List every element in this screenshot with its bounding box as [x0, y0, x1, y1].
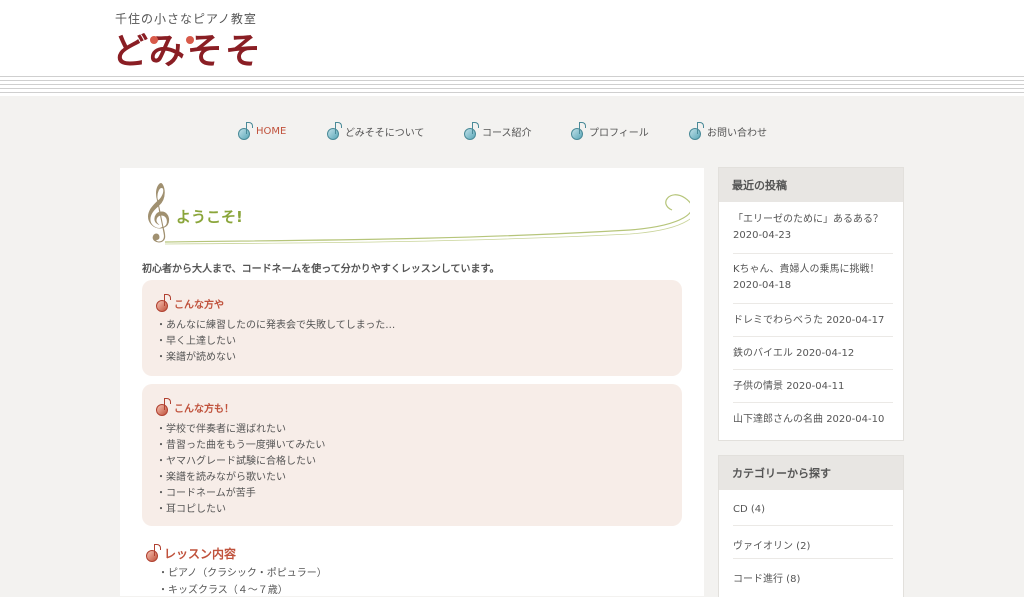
divider — [733, 402, 893, 403]
music-note-icon — [571, 122, 586, 140]
divider — [733, 525, 893, 526]
nav-item-label: HOME — [256, 125, 287, 137]
post-date: 2020-04-17 — [826, 315, 885, 326]
widget-title: 最近の投稿 — [719, 168, 903, 202]
post-title[interactable]: 子供の情景 — [733, 381, 783, 392]
main-content: 𝄞 ようこそ! 初心者から大人まで、コードネームを使って分かりやすくレッスンして… — [120, 168, 704, 596]
list-item: ・耳コピしたい — [156, 504, 226, 515]
list-item: ・楽譜を読みながら歌いたい — [156, 472, 286, 483]
category-link[interactable]: CD (4) — [733, 504, 765, 515]
post-link[interactable]: 子供の情景 2020-04-11 — [733, 379, 893, 395]
post-date: 2020-04-12 — [796, 348, 855, 359]
lesson-heading-label: レッスン内容 — [164, 546, 237, 561]
staff-line — [0, 92, 1024, 93]
post-title[interactable]: 山下達郎さんの名曲 — [733, 414, 823, 425]
list-item: ・キッズクラス（４〜７歳） — [158, 585, 288, 596]
music-note-icon — [238, 122, 253, 140]
target-box-1: こんな方や ・あんなに練習したのに発表会で失敗してしまった… ・早く上達したい … — [142, 280, 682, 376]
box-title-label: こんな方や — [174, 299, 224, 311]
staff-line — [0, 80, 1024, 81]
music-note-icon — [146, 544, 161, 562]
music-note-icon — [327, 122, 342, 140]
post-link[interactable]: 「エリーゼのために」あるある？ 2020-04-23 — [733, 212, 893, 244]
list-item: ・ヤマハグレード試験に合格したい — [156, 456, 316, 467]
logo-note-dot-icon — [186, 36, 194, 44]
main-nav: HOME どみそそについて コース紹介 プロフィール お問い合わせ — [0, 118, 1024, 144]
nav-item-label: お問い合わせ — [707, 127, 767, 139]
lesson-heading: レッスン内容 — [146, 544, 236, 562]
post-link[interactable]: ドレミでわらべうた 2020-04-17 — [733, 313, 893, 329]
list-item: ・ピアノ（クラシック・ポピュラー） — [158, 568, 327, 579]
post-date: 2020-04-23 — [733, 230, 792, 241]
target-box-2: こんな方も！ ・学校で伴奏者に選ばれたい ・昔習った曲をもう一度弾いてみたい ・… — [142, 384, 682, 526]
staff-line — [0, 84, 1024, 85]
post-link[interactable]: 山下達郎さんの名曲 2020-04-10 — [733, 412, 893, 428]
staff-line — [0, 76, 1024, 77]
music-note-icon — [156, 294, 171, 312]
divider — [733, 558, 893, 559]
post-date: 2020-04-11 — [786, 381, 845, 392]
music-note-icon — [689, 122, 704, 140]
post-title[interactable]: 鉄のバイエル — [733, 348, 793, 359]
list-item: ・コードネームが苦手 — [156, 488, 256, 499]
widget-title: カテゴリーから探す — [719, 456, 903, 490]
divider — [733, 369, 893, 370]
nav-item-home[interactable]: HOME — [238, 118, 286, 144]
nav-item-label: コース紹介 — [482, 127, 532, 139]
intro-text: 初心者から大人まで、コードネームを使って分かりやすくレッスンしています。 — [142, 264, 500, 275]
box-title: こんな方も！ — [156, 398, 234, 416]
list-item: ・学校で伴奏者に選ばれたい — [156, 424, 286, 435]
categories-widget: カテゴリーから探す CD (4) ヴァイオリン (2) コード進行 (8) — [718, 455, 904, 597]
divider — [733, 303, 893, 304]
post-title[interactable]: Kちゃん、貴婦人の乗馬に挑戦！ — [733, 264, 880, 275]
nav-item-label: どみそそについて — [345, 127, 425, 139]
nav-item-contact[interactable]: お問い合わせ — [689, 118, 767, 144]
decorative-swirl-line — [164, 194, 690, 245]
post-link[interactable]: Kちゃん、貴婦人の乗馬に挑戦！ 2020-04-18 — [733, 262, 893, 294]
post-date: 2020-04-10 — [826, 414, 885, 425]
site-header: 千住の小さなピアノ教室 どみそそ — [0, 0, 1024, 96]
nav-item-profile[interactable]: プロフィール — [571, 118, 649, 144]
box-title-label: こんな方も！ — [174, 403, 234, 415]
divider — [733, 253, 893, 254]
nav-item-about[interactable]: どみそそについて — [327, 118, 424, 144]
box-title: こんな方や — [156, 294, 224, 312]
post-title[interactable]: 「エリーゼのために」あるある？ — [733, 214, 883, 225]
post-title[interactable]: ドレミでわらべうた — [733, 315, 823, 326]
category-link[interactable]: ヴァイオリン (2) — [733, 537, 810, 552]
site-logo[interactable]: どみそそ — [112, 22, 263, 74]
list-item: ・昔習った曲をもう一度弾いてみたい — [156, 440, 326, 451]
post-date: 2020-04-18 — [733, 280, 792, 291]
post-link[interactable]: 鉄のバイエル 2020-04-12 — [733, 346, 893, 362]
recent-posts-widget: 最近の投稿 「エリーゼのために」あるある？ 2020-04-23 Kちゃん、貴婦… — [718, 167, 904, 441]
nav-item-label: プロフィール — [589, 127, 649, 139]
music-note-icon — [464, 122, 479, 140]
list-item: ・あんなに練習したのに発表会で失敗してしまった… — [156, 320, 396, 331]
music-note-icon — [156, 398, 171, 416]
staff-line — [0, 88, 1024, 89]
nav-item-courses[interactable]: コース紹介 — [464, 118, 532, 144]
list-item: ・早く上達したい — [156, 336, 236, 347]
list-item: ・楽譜が読めない — [156, 352, 236, 363]
category-link[interactable]: コード進行 (8) — [733, 570, 800, 585]
divider — [733, 336, 893, 337]
logo-note-dot-icon — [150, 36, 158, 44]
